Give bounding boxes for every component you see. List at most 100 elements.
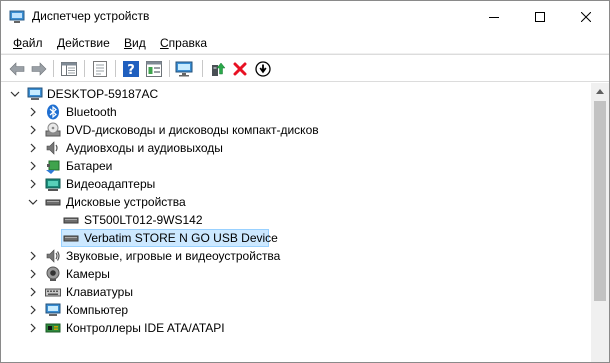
scan-hardware-icon — [175, 61, 193, 76]
toolbar: ? — [1, 54, 609, 82]
tree-item-cameras[interactable]: Камеры — [1, 265, 591, 283]
toolbar-separator — [202, 60, 203, 77]
chevron-right-icon[interactable] — [27, 250, 39, 262]
tree-item-label: Дисковые устройства — [66, 195, 186, 209]
menu-bar: Файл Действие Вид Справка — [1, 32, 609, 54]
disk-drive-icon — [63, 235, 79, 242]
chevron-right-icon[interactable] — [27, 178, 39, 190]
vertical-scrollbar[interactable] — [591, 83, 609, 362]
scroll-up-button[interactable] — [591, 83, 609, 100]
tree-item-label: Камеры — [66, 267, 110, 281]
computer-icon — [45, 303, 61, 316]
menu-help[interactable]: Справка — [160, 36, 207, 50]
menu-action[interactable]: Действие — [57, 36, 110, 50]
chevron-right-icon[interactable] — [27, 124, 39, 136]
tree-item-keyboards[interactable]: Клавиатуры — [1, 283, 591, 301]
show-hide-tree-button[interactable] — [58, 58, 80, 79]
disable-device-button[interactable] — [252, 58, 274, 79]
window-title: Диспетчер устройств — [32, 9, 150, 23]
chevron-right-icon[interactable] — [27, 322, 39, 334]
computer-icon — [27, 87, 43, 100]
menu-view[interactable]: Вид — [124, 36, 146, 50]
maximize-icon — [535, 11, 545, 22]
tree-item-label: Контроллеры IDE ATA/ATAPI — [66, 321, 225, 335]
tree-item-label: Батареи — [66, 159, 113, 173]
forward-arrow-icon — [31, 61, 47, 76]
tree-item-label: Звуковые, игровые и видеоустройства — [66, 249, 281, 263]
tree-item-label: Bluetooth — [66, 105, 117, 119]
tree-item-batteries[interactable]: Батареи — [1, 157, 591, 175]
tree-item-label: Видеоадаптеры — [66, 177, 156, 191]
back-button[interactable] — [6, 58, 28, 79]
device-manager-window: Диспетчер устройств Файл Действие Вид Сп… — [0, 0, 610, 363]
svg-text:?: ? — [127, 63, 135, 77]
action-pane-button[interactable] — [143, 58, 165, 79]
chevron-down-icon[interactable] — [9, 88, 21, 100]
chevron-right-icon[interactable] — [27, 286, 39, 298]
disable-device-icon — [255, 60, 271, 77]
scrollbar-thumb[interactable] — [594, 101, 606, 301]
tree-item-disk-drives[interactable]: Дисковые устройства — [1, 193, 591, 211]
ide-controller-icon — [45, 323, 61, 333]
chevron-down-icon[interactable] — [27, 196, 39, 208]
tree-item-label: Клавиатуры — [66, 285, 133, 299]
tree-item-computer[interactable]: Компьютер — [1, 301, 591, 319]
properties-button[interactable] — [89, 58, 111, 79]
uninstall-device-icon — [233, 62, 247, 75]
tree-item-label: ST500LT012-9WS142 — [84, 213, 203, 227]
bluetooth-icon — [47, 104, 59, 120]
chevron-right-icon[interactable] — [27, 106, 39, 118]
chevron-right-icon[interactable] — [27, 268, 39, 280]
forward-button[interactable] — [28, 58, 50, 79]
disk-drive-icon — [63, 217, 79, 224]
chevron-right-icon[interactable] — [27, 304, 39, 316]
disk-drive-icon — [45, 199, 61, 206]
update-driver-button[interactable] — [207, 58, 229, 79]
tree-item-label: Verbatim STORE N GO USB Device — [84, 231, 278, 245]
show-hide-console-tree-icon — [61, 61, 77, 76]
chevron-right-icon[interactable] — [27, 160, 39, 172]
tree-item-audio-io[interactable]: Аудиовходы и аудиовыходы — [1, 139, 591, 157]
device-manager-app-icon — [9, 10, 25, 23]
tree-root-label: DESKTOP-59187AC — [47, 87, 159, 101]
tree-item-dvd[interactable]: DVD-дисководы и дисководы компакт-дисков — [1, 121, 591, 139]
toolbar-separator — [169, 60, 170, 77]
update-driver-icon — [212, 62, 226, 76]
menu-file[interactable]: Файл — [13, 36, 43, 50]
minimize-button[interactable] — [471, 1, 517, 32]
chevron-up-icon — [596, 89, 604, 94]
tree-item-display-adapters[interactable]: Видеоадаптеры — [1, 175, 591, 193]
close-button[interactable] — [563, 1, 609, 32]
chevron-right-icon[interactable] — [27, 142, 39, 154]
tree-item-disk-verbatim[interactable]: Verbatim STORE N GO USB Device — [1, 229, 591, 247]
tree-root-computer[interactable]: DESKTOP-59187AC — [1, 85, 591, 103]
title-bar: Диспетчер устройств — [1, 1, 609, 32]
tree-item-ide-controllers[interactable]: Контроллеры IDE ATA/ATAPI — [1, 319, 591, 337]
toolbar-separator — [115, 60, 116, 77]
maximize-button[interactable] — [517, 1, 563, 32]
toolbar-separator — [53, 60, 54, 77]
uninstall-device-button[interactable] — [229, 58, 251, 79]
camera-icon — [46, 266, 60, 281]
minimize-icon — [489, 16, 499, 18]
help-button[interactable]: ? — [120, 58, 142, 79]
toolbar-separator — [84, 60, 85, 77]
back-arrow-icon — [9, 61, 25, 76]
help-icon: ? — [123, 60, 139, 77]
dvd-drive-icon — [45, 122, 61, 137]
tree-item-sound-video-game[interactable]: Звуковые, игровые и видеоустройства — [1, 247, 591, 265]
tree-item-bluetooth[interactable]: Bluetooth — [1, 103, 591, 121]
scan-hardware-button[interactable] — [174, 58, 196, 79]
tree-item-label: Компьютер — [66, 303, 129, 317]
battery-icon — [46, 160, 60, 174]
action-pane-icon — [146, 60, 162, 77]
properties-icon — [93, 60, 107, 77]
speaker-icon — [46, 141, 58, 155]
tree-item-label: DVD-дисководы и дисководы компакт-дисков — [66, 123, 319, 137]
tree-item-label: Аудиовходы и аудиовыходы — [66, 141, 223, 155]
close-icon — [581, 11, 591, 22]
sound-icon — [46, 249, 60, 263]
display-adapter-icon — [45, 178, 61, 191]
device-tree: DESKTOP-59187AC Bluetooth DVD-дисководы … — [1, 83, 591, 362]
tree-item-disk-st500[interactable]: ST500LT012-9WS142 — [1, 211, 591, 229]
